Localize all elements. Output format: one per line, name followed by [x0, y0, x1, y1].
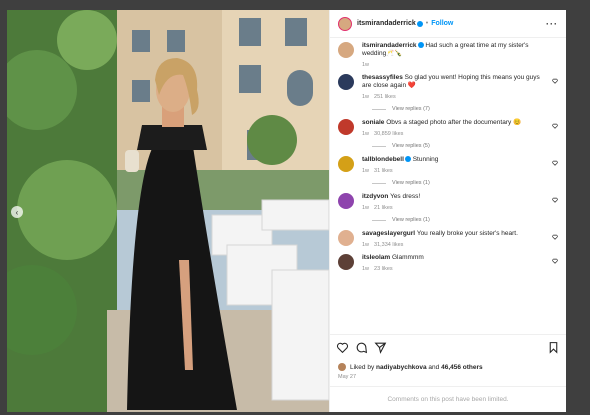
comment-text: Glammmm [392, 254, 424, 261]
comment-likes[interactable]: 31,334 likes [374, 242, 403, 248]
comment-text: Yes dress! [390, 193, 421, 200]
view-replies-button[interactable]: View replies (7) [372, 106, 558, 112]
comment-items: thesassyfiles So glad you went! Hoping t… [338, 74, 558, 273]
comment-age: 1w [362, 266, 370, 272]
comment-text: You really broke your sister's heart. [416, 230, 518, 237]
comment-item: itsleolam Glammmm 1w 23 likes [338, 254, 558, 273]
comment-like-icon[interactable] [552, 160, 558, 166]
post-header: itsmirandaderrick • Follow ··· [330, 10, 566, 38]
verified-icon [417, 42, 424, 49]
comments-list[interactable]: itsmirandaderrick Had such a great time … [330, 38, 566, 334]
author-avatar[interactable] [338, 16, 352, 31]
comment-likes[interactable]: 31 likes [374, 168, 393, 174]
comment-item: soniale Obvs a staged photo after the do… [338, 119, 558, 138]
action-bar [330, 334, 566, 360]
likes-count-link[interactable]: 46,456 others [441, 364, 483, 371]
commenter-username[interactable]: tallblondebell [362, 156, 404, 163]
comment-text: Obvs a staged photo after the documentar… [386, 119, 522, 126]
comment-likes[interactable]: 30,859 likes [374, 131, 403, 137]
commenter-avatar[interactable] [338, 254, 354, 270]
commenter-username[interactable]: savageslayergurl [362, 230, 415, 237]
post-date[interactable]: May 27 [330, 374, 566, 386]
bookmark-icon[interactable] [547, 341, 560, 354]
post-modal: ‹ itsmirandaderrick • Follow ··· itsmira… [7, 10, 566, 412]
comment-like-icon[interactable] [552, 234, 558, 240]
comment-like-icon[interactable] [552, 78, 558, 84]
view-replies-button[interactable]: View replies (1) [372, 217, 558, 223]
commenter-avatar[interactable] [338, 119, 354, 135]
view-replies-button[interactable]: View replies (5) [372, 143, 558, 149]
liker-username[interactable]: nadiyabychkova [376, 364, 427, 371]
author-username[interactable]: itsmirandaderrick [357, 20, 416, 27]
commenter-avatar[interactable] [338, 74, 354, 90]
follow-button[interactable]: Follow [431, 20, 453, 27]
author-avatar-small[interactable] [338, 42, 354, 58]
comments-limited-notice: Comments on this post have been limited. [330, 386, 566, 412]
likes-and-label: and [428, 363, 440, 371]
comment-item: itzdyvon Yes dress! 1w 21 likes [338, 193, 558, 212]
comment-likes[interactable]: 23 likes [374, 266, 393, 272]
comment-likes[interactable]: 21 likes [374, 205, 393, 211]
liker-avatar [338, 363, 346, 371]
likes-line: Liked by nadiyabychkova and 46,456 other… [330, 360, 566, 374]
liked-by-label: Liked by [350, 363, 375, 371]
post-photo[interactable]: ‹ [7, 10, 329, 412]
commenter-username[interactable]: itsleolam [362, 254, 390, 261]
commenter-username[interactable]: thesassyfiles [362, 74, 403, 81]
previous-photo-button[interactable]: ‹ [11, 206, 23, 218]
comment-likes[interactable]: 251 likes [374, 94, 396, 100]
comment-age: 1w [362, 131, 370, 137]
view-replies-button[interactable]: View replies (1) [372, 180, 558, 186]
caption-username[interactable]: itsmirandaderrick [362, 42, 417, 49]
verified-icon [416, 20, 423, 27]
verified-icon [404, 156, 411, 163]
comment-item: savageslayergurl You really broke your s… [338, 230, 558, 249]
comment-age: 1w [362, 242, 370, 248]
heart-icon[interactable] [336, 341, 349, 354]
caption: itsmirandaderrick Had such a great time … [338, 42, 558, 69]
commenter-avatar[interactable] [338, 230, 354, 246]
comment-age: 1w [362, 205, 370, 211]
comment-like-icon[interactable] [552, 197, 558, 203]
comment-text: Stunning [412, 156, 439, 163]
commenter-avatar[interactable] [338, 156, 354, 172]
comment-icon[interactable] [355, 341, 368, 354]
comment-like-icon[interactable] [552, 258, 558, 264]
commenter-username[interactable]: itzdyvon [362, 193, 388, 200]
commenter-avatar[interactable] [338, 193, 354, 209]
photo-illustration [7, 10, 329, 412]
commenter-username[interactable]: soniale [362, 119, 384, 126]
post-sidebar: itsmirandaderrick • Follow ··· itsmirand… [329, 10, 566, 412]
comment-item: tallblondebell Stunning 1w 31 likes [338, 156, 558, 175]
share-icon[interactable] [374, 341, 387, 354]
comment-age: 1w [362, 94, 370, 100]
comment-age: 1w [362, 168, 370, 174]
comment-like-icon[interactable] [552, 123, 558, 129]
caption-age: 1w [362, 62, 370, 68]
more-options-icon[interactable]: ··· [546, 19, 558, 29]
comment-item: thesassyfiles So glad you went! Hoping t… [338, 74, 558, 101]
